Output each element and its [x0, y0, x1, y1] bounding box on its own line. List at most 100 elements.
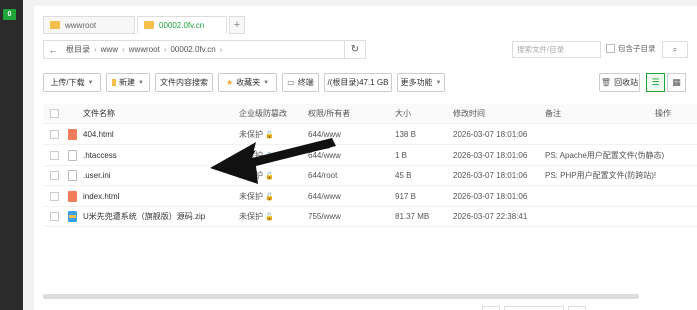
- list-view-button[interactable]: ☰: [646, 73, 665, 92]
- table-row[interactable]: .htaccess 未保护 🔓 644/www 1 B 2026-03-07 18:01:…: [43, 146, 697, 166]
- protection-status[interactable]: 未保护 🔓: [239, 146, 274, 166]
- protection-status[interactable]: 未保护 🔓: [239, 187, 274, 207]
- breadcrumb-item-wwwroot[interactable]: wwwroot: [125, 45, 164, 54]
- breadcrumb: ← 根目录 › www › wwwroot › 00002.0fv.cn ›: [43, 40, 366, 59]
- horizontal-scrollbar[interactable]: [43, 294, 639, 299]
- folder-icon: [144, 21, 154, 29]
- view-tools: 🗑 回收站 ☰ ▦: [599, 73, 686, 92]
- file-name[interactable]: 404.html: [83, 125, 114, 145]
- page-control[interactable]: [568, 306, 586, 310]
- table-row[interactable]: index.html 未保护 🔓 644/www 917 B 2026-03-07 18:…: [43, 187, 697, 207]
- chevron-down-icon: ▼: [263, 79, 270, 86]
- protection-status[interactable]: 未保护 🔓: [239, 125, 274, 145]
- search-icon: ⌕: [672, 44, 678, 54]
- row-checkbox[interactable]: [50, 171, 59, 180]
- page-control[interactable]: [504, 306, 564, 310]
- tab-label: 00002.0fv.cn: [159, 20, 205, 30]
- tab-wwwroot[interactable]: wwwroot: [43, 16, 135, 34]
- permission-owner[interactable]: 644/www: [308, 146, 341, 166]
- modified-time: 2026-03-07 18:01:06: [453, 171, 528, 180]
- file-name[interactable]: index.html: [83, 187, 119, 207]
- upload-download-label: 上传/下载: [50, 78, 85, 87]
- refresh-button[interactable]: ↻: [344, 40, 366, 59]
- list-icon: ☰: [651, 77, 660, 87]
- breadcrumb-item-www[interactable]: www: [97, 45, 122, 54]
- file-name[interactable]: .user.ini: [83, 166, 111, 186]
- file-note: PS: PHP用户配置文件(防跨站)!: [545, 171, 657, 180]
- pagination: [482, 306, 590, 310]
- col-size[interactable]: 大小: [395, 104, 411, 124]
- grid-view-button[interactable]: ▦: [667, 73, 686, 92]
- content-search-button[interactable]: 文件内容搜索: [155, 73, 213, 92]
- file-manager-panel: wwwroot 00002.0fv.cn + ← 根目录 › www › www…: [34, 6, 697, 310]
- permission-owner[interactable]: 644/www: [308, 187, 341, 207]
- tab-label: wwwroot: [65, 20, 97, 30]
- breadcrumb-item-root[interactable]: 根目录: [62, 44, 94, 55]
- select-all-checkbox[interactable]: [50, 109, 59, 118]
- text-file-icon: [68, 170, 77, 181]
- table-row[interactable]: .user.ini 未保护 🔓 644/root 45 B 2026-03-07 18:0…: [43, 166, 697, 186]
- html-file-icon: [68, 129, 77, 140]
- file-name[interactable]: .htaccess: [83, 146, 117, 166]
- search-input[interactable]: 搜索文件/目录: [512, 41, 601, 58]
- lock-icon: 🔓: [265, 152, 274, 160]
- protection-status[interactable]: 未保护 🔓: [239, 166, 274, 186]
- breadcrumb-item-site[interactable]: 00002.0fv.cn: [166, 45, 219, 54]
- file-note: PS: Apache用户配置文件(伪静态): [545, 150, 665, 160]
- permission-owner[interactable]: 755/www: [308, 207, 341, 227]
- row-checkbox[interactable]: [50, 130, 59, 139]
- file-name[interactable]: U米先兜遭系统（旗舰版）源码.zip: [83, 207, 205, 227]
- file-size: 45 B: [395, 171, 412, 180]
- row-checkbox[interactable]: [50, 191, 59, 201]
- col-filename[interactable]: 文件名称: [83, 104, 115, 124]
- permission-owner[interactable]: 644/www: [308, 125, 341, 145]
- col-protection[interactable]: 企业级防篡改: [239, 104, 287, 124]
- tab-site-folder[interactable]: 00002.0fv.cn: [137, 16, 227, 34]
- modified-time: 2026-03-07 22:38:41: [453, 212, 528, 221]
- file-size: 81.37 MB: [395, 212, 430, 221]
- chevron-down-icon: ▼: [435, 79, 442, 86]
- checkbox-box: [606, 44, 615, 53]
- col-actions: 操作: [655, 109, 671, 118]
- protection-label: 未保护: [239, 130, 263, 139]
- terminal-label: 终端: [297, 78, 314, 87]
- lock-icon: 🔓: [265, 132, 274, 139]
- disk-button[interactable]: /(根目录)47.1 GB: [324, 73, 392, 92]
- new-button[interactable]: 新建 ▼: [106, 73, 150, 92]
- terminal-button[interactable]: ▭ 终端: [282, 73, 319, 92]
- text-file-icon: [68, 149, 77, 161]
- left-sidebar: 0: [0, 0, 23, 310]
- row-checkbox[interactable]: [50, 150, 59, 160]
- recycle-label: 回收站: [614, 78, 639, 87]
- table-row[interactable]: 404.html 未保护 🔓 644/www 138 B 2026-03-07 18:01…: [43, 125, 697, 145]
- grid-icon: ▦: [672, 77, 681, 87]
- terminal-icon: ▭: [287, 78, 295, 87]
- file-size: 138 B: [395, 130, 416, 139]
- favorites-button[interactable]: ★ 收藏夹 ▼: [218, 73, 277, 92]
- notification-badge[interactable]: 0: [3, 9, 16, 20]
- col-modified[interactable]: 修改时间: [453, 104, 485, 124]
- col-permission[interactable]: 权限/所有者: [308, 104, 350, 124]
- new-label: 新建: [119, 78, 136, 87]
- file-size: 1 B: [395, 150, 408, 160]
- more-functions-button[interactable]: 更多功能 ▼: [397, 73, 445, 92]
- modified-time: 2026-03-07 18:01:06: [453, 191, 528, 201]
- table-row[interactable]: U米先兜遭系统（旗舰版）源码.zip 未保护 🔓 755/www 81.37 MB 202…: [43, 207, 697, 227]
- recycle-bin-button[interactable]: 🗑 回收站: [599, 73, 640, 92]
- protection-label: 未保护: [239, 171, 263, 180]
- chevron-down-icon: ▼: [138, 79, 144, 86]
- upload-download-button[interactable]: 上传/下载 ▼: [43, 73, 101, 92]
- trash-icon: 🗑: [600, 78, 612, 87]
- folder-icon: [112, 79, 117, 86]
- protection-status[interactable]: 未保护 🔓: [239, 207, 274, 227]
- modified-time: 2026-03-07 18:01:06: [453, 130, 528, 139]
- add-tab-button[interactable]: +: [229, 16, 245, 34]
- lock-icon: 🔓: [265, 173, 274, 180]
- include-subdir-checkbox[interactable]: 包含子目录: [606, 43, 656, 54]
- search-button[interactable]: ⌕: [662, 41, 688, 58]
- row-checkbox[interactable]: [50, 212, 59, 221]
- refresh-icon: ↻: [350, 44, 360, 55]
- back-arrow-icon[interactable]: ←: [44, 45, 62, 55]
- permission-owner[interactable]: 644/root: [308, 166, 337, 186]
- page-control[interactable]: [482, 306, 500, 310]
